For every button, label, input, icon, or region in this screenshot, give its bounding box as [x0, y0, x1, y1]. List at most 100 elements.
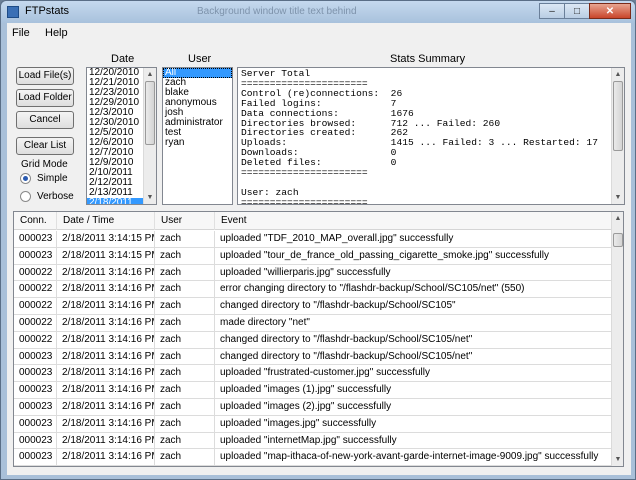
grid-row[interactable]: 000022 2/18/2011 3:14:16 PM zach changed di…	[14, 331, 612, 349]
cell-conn: 000022	[14, 331, 57, 348]
stats-summary-box[interactable]: Server Total ====================== Cont…	[237, 67, 625, 205]
cell-datetime: 2/18/2011 3:14:16 PM	[57, 281, 155, 298]
window-title: FTPstats	[25, 5, 70, 17]
menu-file[interactable]: File	[12, 27, 30, 39]
cell-event: uploaded "tour_de_france_old_passing_cig…	[220, 249, 549, 261]
event-grid[interactable]: Conn. Date / Time User Event 000023 2/18/…	[13, 211, 624, 467]
scroll-up-icon[interactable]: ▲	[612, 68, 624, 81]
grid-row[interactable]: 000022 2/18/2011 3:14:16 PM zach changed di…	[14, 298, 612, 315]
scrollbar-thumb[interactable]	[613, 81, 623, 151]
cell-event: error changing directory to "/flashdr-ba…	[220, 283, 525, 295]
cell-conn: 000022	[14, 314, 57, 331]
grid-row[interactable]: 000022 2/18/2011 3:14:16 PM zach uploaded "…	[14, 264, 612, 282]
grid-row[interactable]: 000023 2/18/2011 3:14:16 PM zach uploaded "…	[14, 432, 612, 450]
load-folder-button[interactable]: Load Folder	[16, 89, 74, 107]
grid-row[interactable]: 000023 2/18/2011 3:14:16 PM zach changed di…	[14, 348, 612, 366]
app-icon	[7, 6, 19, 18]
col-datetime-header[interactable]: Date / Time	[57, 212, 155, 230]
scroll-up-icon[interactable]: ▲	[612, 212, 623, 225]
cell-conn: 000023	[14, 449, 57, 466]
cell-event: uploaded "images.jpg" successfully	[220, 417, 377, 429]
cell-event: uploaded "willierparis.jpg" successfully	[220, 266, 391, 278]
cell-event: uploaded "map-ithaca-of-new-york-avant-g…	[220, 451, 599, 463]
grid-row[interactable]: 000023 2/18/2011 3:14:16 PM zach uploaded "…	[14, 449, 612, 466]
cell-conn: 000023	[14, 415, 57, 432]
grid-row[interactable]: 000023 2/18/2011 3:14:15 PM zach uploaded "…	[14, 247, 612, 265]
cell-event: changed directory to "/flashdr-backup/Sc…	[220, 350, 473, 362]
close-button[interactable]: ✕	[589, 3, 631, 19]
date-list-scrollbar[interactable]: ▲ ▼	[143, 68, 156, 204]
grid-mode-verbose-option[interactable]: Verbose	[20, 191, 74, 202]
grid-mode-label: Grid Mode	[21, 159, 68, 170]
cell-datetime: 2/18/2011 3:14:16 PM	[57, 298, 155, 314]
grid-header: Conn. Date / Time User Event	[14, 212, 614, 230]
cell-conn: 000023	[14, 382, 57, 398]
window-controls: – □ ✕	[539, 3, 631, 19]
grid-row[interactable]: 000023 2/18/2011 3:14:16 PM zach uploaded "…	[14, 398, 612, 416]
grid-scrollbar[interactable]: ▲ ▼	[611, 212, 623, 466]
cell-user: zach	[155, 314, 215, 331]
app-window: FTPstats Background window title text be…	[0, 0, 636, 480]
cell-datetime: 2/18/2011 3:14:16 PM	[57, 264, 155, 281]
cell-event: uploaded "frustrated-customer.jpg" succe…	[220, 367, 430, 379]
scroll-down-icon[interactable]: ▼	[612, 191, 624, 204]
scroll-down-icon[interactable]: ▼	[612, 453, 623, 466]
summary-scrollbar[interactable]: ▲ ▼	[611, 68, 624, 204]
user-list-item[interactable]: ryan	[163, 138, 232, 148]
cell-datetime: 2/18/2011 3:14:16 PM	[57, 314, 155, 331]
cell-user: zach	[155, 382, 215, 398]
cell-event: uploaded "TDF_2010_MAP_overall.jpg" succ…	[220, 233, 454, 244]
radio-verbose-label: Verbose	[37, 191, 74, 202]
cell-event: uploaded "images (1).jpg" successfully	[220, 384, 392, 396]
col-user-header[interactable]: User	[155, 212, 215, 230]
radio-verbose[interactable]	[20, 191, 31, 202]
grid-body: 000023 2/18/2011 3:14:15 PM zach uploaded "…	[14, 231, 612, 466]
cell-datetime: 2/18/2011 3:14:16 PM	[57, 398, 155, 415]
cell-conn: 000022	[14, 281, 57, 298]
grid-row[interactable]: 000023 2/18/2011 3:14:16 PM zach uploaded "…	[14, 415, 612, 433]
user-listbox[interactable]: All zach blake anonymous josh administrator te…	[162, 67, 233, 205]
col-conn-header[interactable]: Conn.	[14, 212, 57, 230]
cell-conn: 000022	[14, 298, 57, 314]
cell-conn: 000023	[14, 247, 57, 264]
grid-row[interactable]: 000023 2/18/2011 3:14:15 PM zach uploaded "…	[14, 231, 612, 248]
minimize-button[interactable]: –	[539, 3, 565, 19]
cell-conn: 000023	[14, 398, 57, 415]
scroll-down-icon[interactable]: ▼	[144, 191, 156, 204]
user-list-items: All zach blake anonymous josh administrator te…	[163, 68, 232, 148]
scroll-up-icon[interactable]: ▲	[144, 68, 156, 81]
grid-row[interactable]: 000022 2/18/2011 3:14:16 PM zach error chan…	[14, 281, 612, 299]
cell-datetime: 2/18/2011 3:14:15 PM	[57, 231, 155, 247]
title-bar[interactable]: FTPstats Background window title text be…	[1, 1, 635, 23]
cell-datetime: 2/18/2011 3:14:16 PM	[57, 382, 155, 398]
clear-list-button[interactable]: Clear List	[16, 137, 74, 155]
cancel-button[interactable]: Cancel	[16, 111, 74, 129]
stats-summary-label: Stats Summary	[390, 53, 466, 65]
grid-row[interactable]: 000023 2/18/2011 3:14:16 PM zach uploaded "…	[14, 382, 612, 399]
menu-help[interactable]: Help	[45, 27, 68, 39]
cell-user: zach	[155, 432, 215, 449]
cell-conn: 000022	[14, 264, 57, 281]
grid-row[interactable]: 000023 2/18/2011 3:14:16 PM zach uploaded "…	[14, 365, 612, 383]
cell-datetime: 2/18/2011 3:14:16 PM	[57, 415, 155, 432]
cell-user: zach	[155, 415, 215, 432]
col-event-header[interactable]: Event	[215, 212, 614, 230]
cell-user: zach	[155, 331, 215, 348]
cell-event: changed directory to "/flashdr-backup/Sc…	[220, 333, 473, 345]
cell-user: zach	[155, 264, 215, 281]
date-listbox[interactable]: 12/20/2010 12/21/2010 12/23/2010 12/29/2010…	[86, 67, 157, 205]
cell-user: zach	[155, 247, 215, 264]
scrollbar-thumb[interactable]	[145, 81, 155, 145]
grid-mode-simple-option[interactable]: Simple	[20, 173, 68, 184]
grid-row[interactable]: 000022 2/18/2011 3:14:16 PM zach made direc…	[14, 314, 612, 332]
radio-simple[interactable]	[20, 173, 31, 184]
cell-event: uploaded "internetMap.jpg" successfully	[220, 434, 397, 446]
maximize-button[interactable]: □	[564, 3, 590, 19]
load-files-button[interactable]: Load File(s)	[16, 67, 74, 85]
cell-conn: 000023	[14, 365, 57, 382]
stats-summary-text: Server Total ====================== Cont…	[241, 68, 598, 205]
cell-user: zach	[155, 348, 215, 365]
cell-user: zach	[155, 231, 215, 247]
cell-conn: 000023	[14, 432, 57, 449]
scrollbar-thumb[interactable]	[613, 233, 623, 247]
